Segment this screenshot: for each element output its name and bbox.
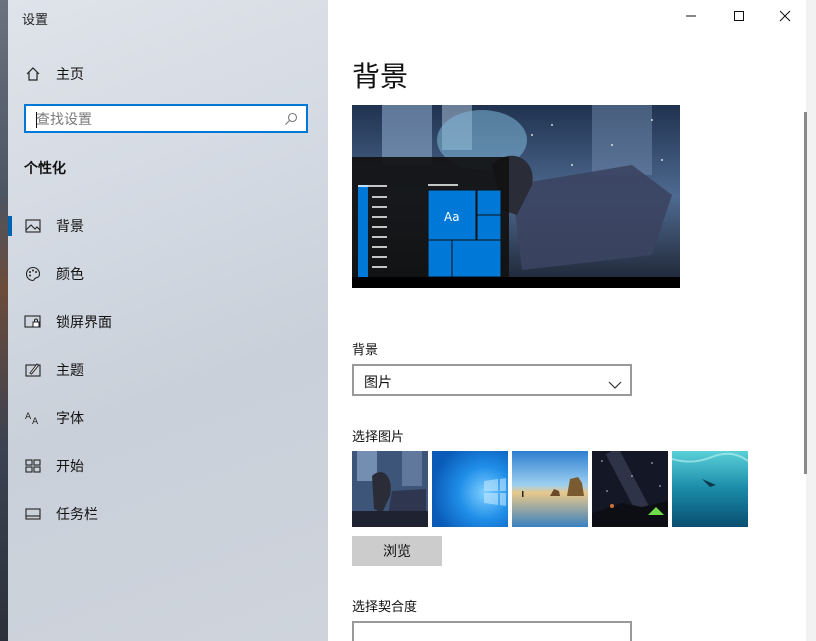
search-input[interactable]	[34, 110, 286, 130]
choose-picture-label: 选择图片	[352, 430, 405, 445]
thumbnail-night-sky-tent[interactable]	[592, 451, 668, 527]
palette-icon	[24, 265, 42, 283]
thumbnail-beach-rocks[interactable]	[512, 451, 588, 527]
chevron-down-icon	[608, 375, 622, 394]
sidebar-item-label: 字体	[56, 411, 84, 427]
fit-dropdown[interactable]	[352, 621, 632, 641]
sidebar-item-lock-screen[interactable]: 锁屏界面	[8, 302, 328, 342]
browse-button[interactable]: 浏览	[352, 536, 442, 566]
scrollbar-thumb[interactable]	[804, 112, 807, 474]
sidebar-item-background[interactable]: 背景	[8, 206, 328, 246]
sidebar-item-label: 主页	[56, 67, 84, 83]
sidebar-item-label: 锁屏界面	[56, 315, 112, 331]
settings-window: 设置 主页 个性化 背景 颜色 锁屏界面 主题	[0, 0, 816, 641]
close-button[interactable]	[762, 0, 808, 32]
svg-text:A: A	[32, 417, 39, 426]
dropdown-value: 图片	[364, 375, 392, 391]
sidebar-item-colors[interactable]: 颜色	[8, 254, 328, 294]
sidebar-item-label: 主题	[56, 363, 84, 379]
start-icon	[24, 457, 42, 475]
image-icon	[24, 217, 42, 235]
preview-tile-text: Aa	[444, 210, 460, 224]
app-title: 设置	[22, 13, 49, 28]
theme-icon	[24, 361, 42, 379]
sidebar-item-home[interactable]: 主页	[8, 54, 328, 94]
fit-label: 选择契合度	[352, 600, 418, 615]
thumbnail-anime-city[interactable]	[352, 451, 428, 527]
background-preview: Aa	[352, 105, 680, 288]
svg-text:A: A	[25, 412, 32, 422]
sidebar-item-label: 颜色	[56, 267, 84, 283]
sidebar-item-start[interactable]: 开始	[8, 446, 328, 486]
minimize-button[interactable]	[668, 0, 714, 32]
background-desktop-strip	[0, 0, 8, 641]
picture-thumbnails	[352, 451, 748, 527]
sidebar-item-themes[interactable]: 主题	[8, 350, 328, 390]
maximize-button[interactable]	[716, 0, 762, 32]
minimize-icon	[686, 15, 696, 17]
background-type-dropdown[interactable]: 图片	[352, 364, 632, 396]
page-title: 背景	[352, 60, 409, 93]
thumbnail-underwater[interactable]	[672, 451, 748, 527]
font-icon: AA	[24, 409, 42, 427]
browse-label: 浏览	[383, 544, 411, 560]
sidebar-item-fonts[interactable]: AA 字体	[8, 398, 328, 438]
sidebar-item-label: 开始	[56, 459, 84, 475]
close-icon	[779, 10, 791, 22]
background-label: 背景	[352, 343, 379, 358]
sidebar-item-label: 背景	[56, 219, 84, 235]
search-box[interactable]	[24, 104, 308, 133]
sidebar-item-label: 任务栏	[56, 507, 98, 523]
thumbnail-windows-blue[interactable]	[432, 451, 508, 527]
maximize-icon	[734, 11, 744, 21]
home-icon	[24, 65, 42, 83]
section-heading: 个性化	[24, 161, 66, 177]
lock-screen-icon	[24, 313, 42, 331]
scrollbar-track[interactable]	[806, 0, 816, 641]
taskbar-icon	[24, 505, 42, 523]
search-icon[interactable]	[284, 111, 300, 127]
preview-taskbar	[352, 277, 680, 288]
sidebar-item-taskbar[interactable]: 任务栏	[8, 494, 328, 534]
